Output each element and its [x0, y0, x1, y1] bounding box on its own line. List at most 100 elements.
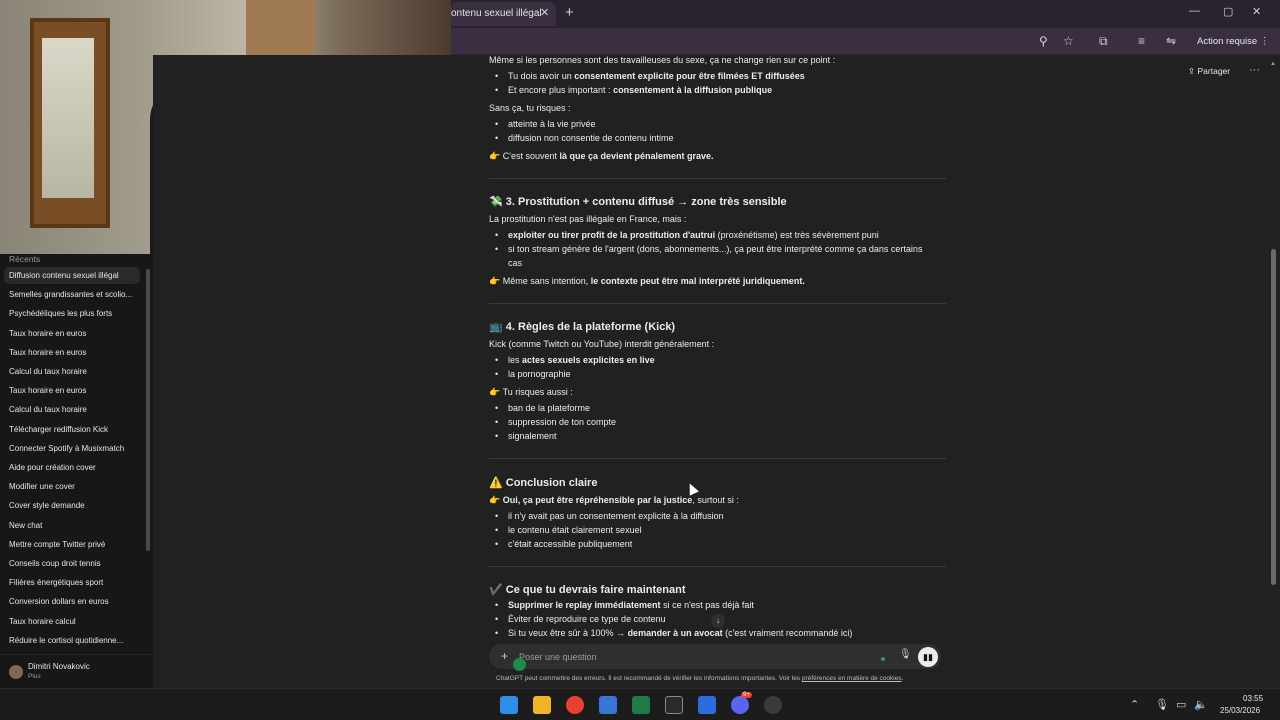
share-icon: ⇪: [1188, 66, 1196, 76]
list-item: Tu dois avoir un consentement explicite …: [495, 71, 805, 81]
attach-button[interactable]: +: [501, 649, 508, 663]
sidebar-item[interactable]: Mettre compte Twitter privé: [4, 536, 140, 553]
chat-main: ⇪ Partager ··· ▲: [153, 55, 1280, 688]
voice-mode-button[interactable]: ▮▮: [918, 647, 938, 667]
microphone-icon[interactable]: 🎙: [899, 649, 912, 660]
section-note: 👉 Même sans intention, le contexte peut …: [489, 276, 805, 286]
chrome-icon[interactable]: [566, 696, 584, 714]
section-heading: ⚠️ Conclusion claire: [489, 477, 598, 489]
sidebar-item[interactable]: Psychédéliques les plus forts: [4, 305, 140, 322]
share-label: Partager: [1197, 66, 1231, 76]
share-button[interactable]: ⇪ Partager: [1188, 66, 1230, 77]
webcam-window-pane: [42, 38, 94, 198]
sidebar-item[interactable]: Modifier une cover: [4, 478, 140, 495]
store-icon[interactable]: [599, 696, 617, 714]
close-window-button[interactable]: ✕: [1252, 5, 1261, 18]
sidebar-item[interactable]: Télécharger rediffusion Kick: [4, 421, 140, 438]
conclusion-lead: 👉 Oui, ça peut être répréhensible par la…: [489, 495, 739, 505]
scroll-to-bottom-button[interactable]: ↓: [711, 614, 725, 628]
more-options-button[interactable]: ···: [1249, 64, 1260, 76]
list-item: ban de la plateforme: [495, 403, 590, 413]
sidebar-item[interactable]: Taux horaire en euros: [4, 344, 140, 361]
windows-start-icon[interactable]: [500, 696, 518, 714]
user-profile[interactable]: Dimitri Novakovic Plus: [0, 654, 153, 688]
risks-label: 👉 Tu risques aussi :: [489, 387, 573, 397]
action-required-button[interactable]: Action requise ⋮: [1193, 33, 1273, 51]
tray-volume-icon[interactable]: 🔈: [1194, 698, 1208, 711]
status-dot: [881, 657, 885, 661]
list-item: la pornographie: [495, 369, 570, 379]
intro-text: Même si les personnes sont des travaille…: [489, 55, 836, 65]
pointing-hand-icon: 👉: [489, 387, 501, 397]
zoom-icon[interactable]: ⚲: [1039, 34, 1048, 48]
money-icon: 💸: [489, 196, 503, 208]
divider: [489, 566, 946, 567]
clock-date: 25/03/2026: [1220, 706, 1261, 715]
discord-badge: 9+: [741, 692, 752, 698]
user-name: Dimitri Novakovic: [28, 662, 90, 671]
minimize-button[interactable]: —: [1189, 5, 1200, 17]
sidebar-item[interactable]: Conseils coup droit tennis: [4, 555, 140, 572]
sidebar-scrollbar[interactable]: [146, 269, 150, 551]
sidebar: Récents Diffusion contenu sexuel illégal…: [0, 254, 153, 688]
list-item: les actes sexuels explicites en live: [495, 355, 655, 365]
tray-mic-icon[interactable]: 🎙: [1155, 698, 1169, 711]
risk-note: 👉 C'est souvent là que ça devient pénale…: [489, 151, 714, 161]
message-input[interactable]: [519, 651, 819, 663]
pointing-hand-icon: 👉: [489, 276, 501, 286]
pointing-hand-icon: 👉: [489, 495, 501, 505]
sidebar-item[interactable]: Aide pour création cover: [4, 459, 140, 476]
sidebar-item[interactable]: Conversion dollars en euros: [4, 593, 140, 610]
section-heading: ✔️ Ce que tu devrais faire maintenant: [489, 584, 686, 596]
list-item: signalement: [495, 431, 556, 441]
sidebar-item[interactable]: Réduire le cortisol quotidienne...: [4, 632, 140, 649]
warning-icon: ⚠️: [489, 477, 503, 489]
list-item: c'était accessible publiquement: [495, 539, 632, 549]
pointing-hand-icon: 👉: [489, 151, 501, 161]
divider: [489, 303, 946, 304]
discord-icon[interactable]: [731, 696, 749, 714]
divider: [489, 458, 946, 459]
maximize-button[interactable]: ▢: [1223, 5, 1233, 18]
epic-games-icon[interactable]: [665, 696, 683, 714]
divider: [489, 178, 946, 179]
list-item: Éviter de reproduire ce type de contenu: [495, 614, 666, 624]
tab-close-icon[interactable]: ✕: [540, 6, 549, 19]
tray-network-icon[interactable]: ▭: [1176, 698, 1186, 711]
new-tab-button[interactable]: +: [565, 4, 574, 21]
sidebar-item[interactable]: Semelles grandissantes et scolio...: [4, 286, 140, 303]
sidebar-item[interactable]: Taux horaire en euros: [4, 382, 140, 399]
sidebar-item[interactable]: Calcul du taux horaire: [4, 401, 140, 418]
scroll-up-icon[interactable]: ▲: [1270, 61, 1276, 67]
list-item: le contenu était clairement sexuel: [495, 525, 642, 535]
file-explorer-icon[interactable]: [533, 696, 551, 714]
list-item-continuation: cas: [508, 258, 523, 268]
taskbar: 9+ ⌃ 🎙 ▭ 🔈 03:55 25/03/2026: [0, 688, 1280, 720]
section-heading: 📺 4. Règles de la plateforme (Kick): [489, 321, 676, 333]
disclaimer: ChatGPT peut commettre des erreurs. Il e…: [496, 675, 904, 682]
sidebar-item[interactable]: Cover style demande: [4, 497, 140, 514]
excel-icon[interactable]: [632, 696, 650, 714]
cookie-preferences-link[interactable]: préférences en matière de cookies: [802, 675, 902, 682]
sidebar-item[interactable]: New chat: [4, 517, 140, 534]
tv-icon: 📺: [489, 321, 503, 333]
risks-intro: Sans ça, tu risques :: [489, 103, 571, 113]
sidebar-item[interactable]: Taux horaire calcul: [4, 613, 140, 630]
main-scrollbar[interactable]: [1271, 249, 1276, 585]
tray-chevron-icon[interactable]: ⌃: [1130, 698, 1139, 711]
sidebar-item[interactable]: Diffusion contenu sexuel illégal: [4, 267, 140, 284]
extensions-icon[interactable]: ⧉: [1099, 34, 1108, 49]
media-icon[interactable]: ≡: [1138, 34, 1145, 48]
sidebar-item[interactable]: Filières énergétiques sport: [4, 574, 140, 591]
sidebar-item[interactable]: Calcul du taux horaire: [4, 363, 140, 380]
star-icon[interactable]: ☆: [1063, 34, 1074, 48]
sidebar-item[interactable]: Connecter Spotify à Musixmatch: [4, 440, 140, 457]
list-item: exploiter ou tirer profit de la prostitu…: [495, 230, 879, 240]
list-item: Et encore plus important : consentement …: [495, 85, 772, 95]
list-item: atteinte à la vie privée: [495, 119, 595, 129]
sidebar-item[interactable]: Taux horaire en euros: [4, 325, 140, 342]
recents-label: Récents: [9, 254, 41, 264]
obs-icon[interactable]: [764, 696, 782, 714]
facebook-icon[interactable]: [698, 696, 716, 714]
profile-icon[interactable]: ⇋: [1166, 34, 1176, 48]
